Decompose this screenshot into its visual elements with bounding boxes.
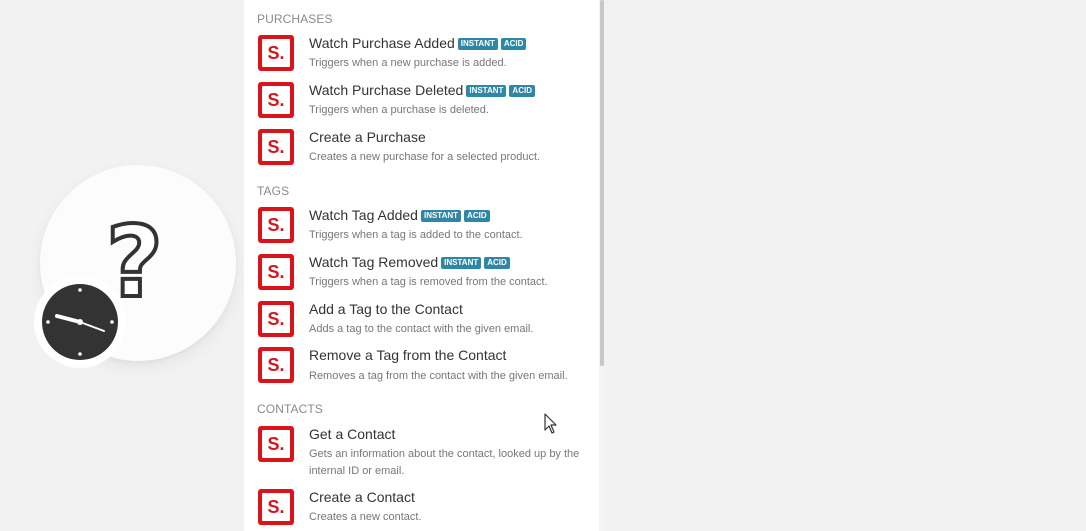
module-list-panel: PURCHASES S. Watch Purchase Added INSTANT… <box>244 0 604 531</box>
mouse-cursor-icon <box>544 413 558 440</box>
module-description: Triggers when a tag is added to the cont… <box>309 229 523 241</box>
module-description: Triggers when a purchase is deleted. <box>309 104 489 116</box>
sendfox-icon: S. <box>258 489 294 525</box>
sendfox-icon: S. <box>258 207 294 243</box>
acid-badge: ACID <box>509 85 535 97</box>
sendfox-icon: S. <box>258 301 294 337</box>
module-description: Gets an information about the contact, l… <box>309 448 580 477</box>
module-title: Add a Tag to the Contact <box>309 301 463 317</box>
module-title: Watch Tag Added INSTANT ACID <box>309 207 490 223</box>
module-title: Watch Tag Removed INSTANT ACID <box>309 254 510 270</box>
instant-badge: INSTANT <box>420 210 462 222</box>
acid-badge: ACID <box>484 257 510 269</box>
module-title: Watch Purchase Added INSTANT ACID <box>309 35 527 51</box>
module-description: Removes a tag from the contact with the … <box>309 370 568 382</box>
module-description: Creates a new purchase for a selected pr… <box>309 151 541 163</box>
instant-badge: INSTANT <box>457 38 498 50</box>
section-header-purchases: PURCHASES <box>257 12 333 26</box>
module-description: Triggers when a tag is removed from the … <box>309 276 548 288</box>
sendfox-icon: S. <box>258 35 294 71</box>
section-header-contacts: CONTACTS <box>257 402 323 416</box>
module-description: Triggers when a new purchase is added. <box>309 57 507 69</box>
module-description: Adds a tag to the contact with the given… <box>309 323 534 335</box>
instant-badge: INSTANT <box>441 257 482 269</box>
section-header-tags: TAGS <box>257 184 290 198</box>
sendfox-icon: S. <box>258 129 294 165</box>
clock-icon <box>42 284 118 360</box>
module-description: Creates a new contact. <box>309 511 422 523</box>
instant-badge: INSTANT <box>466 85 507 97</box>
module-title: Get a Contact <box>309 426 396 442</box>
module-title: Create a Purchase <box>309 129 426 145</box>
acid-badge: ACID <box>464 210 490 222</box>
acid-badge: ACID <box>500 38 527 50</box>
sendfox-icon: S. <box>258 347 294 383</box>
scrollbar-thumb[interactable] <box>600 0 604 366</box>
module-title: Watch Purchase Deleted INSTANT ACID <box>309 82 535 98</box>
sendfox-icon: S. <box>258 426 294 462</box>
sendfox-icon: S. <box>258 82 294 118</box>
module-title: Create a Contact <box>309 489 415 505</box>
sendfox-icon: S. <box>258 254 294 290</box>
module-title: Remove a Tag from the Contact <box>309 347 507 363</box>
